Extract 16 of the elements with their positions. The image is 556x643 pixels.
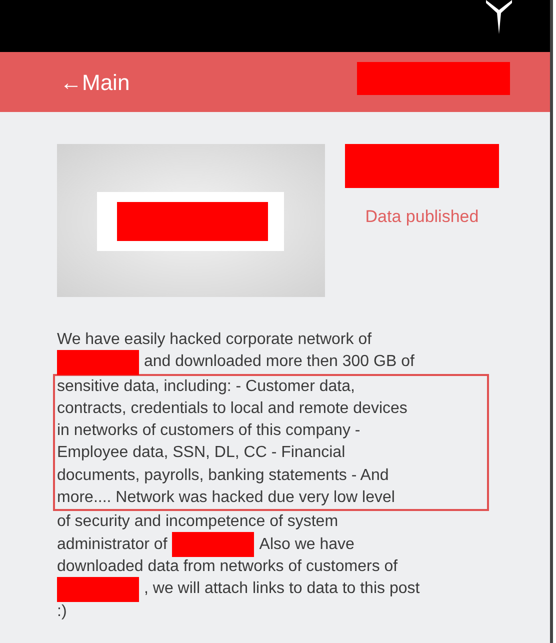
post-text: sensitive data, including: - Customer data, <box>57 376 355 397</box>
status-text: Data published <box>365 206 479 228</box>
post-text: , we will attach links to data to this post <box>144 579 420 600</box>
post-text: documents, payrolls, banking statements - And <box>57 466 389 486</box>
post-text: downloaded data from networks of customers of <box>57 556 398 577</box>
post-text: Also we have <box>259 534 354 555</box>
post-text: We have easily hacked corporate network of <box>57 330 372 350</box>
post-text: more.... Network was hacked due very low level <box>57 488 395 508</box>
post-text: :) <box>57 602 67 622</box>
post-text: administrator of <box>57 534 168 555</box>
post-text: of security and incompetence of system <box>57 512 338 532</box>
post-text: in networks of customers of this company - <box>57 421 360 442</box>
post-text: Employee data, SSN, DL, CC - Financial <box>57 443 346 464</box>
back-link[interactable]: ←Main <box>60 66 130 98</box>
post-text: and downloaded more then 300 GB of <box>144 352 414 372</box>
post-text: contracts, credentials to local and remote devices <box>57 398 408 419</box>
